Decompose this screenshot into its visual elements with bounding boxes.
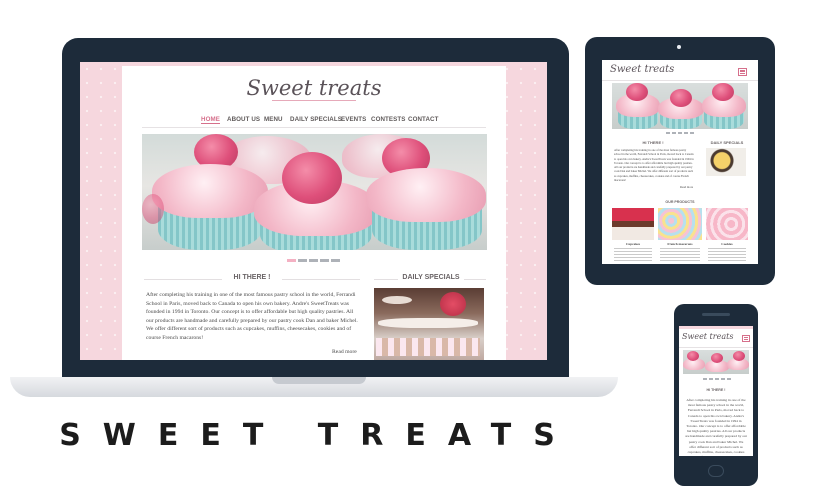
slider-dot-5[interactable]: [331, 259, 340, 262]
headline-title: SWEET TREATS: [59, 418, 577, 453]
nav-menu[interactable]: MENU: [264, 116, 283, 123]
nav-divider: [142, 127, 486, 128]
read-more-link[interactable]: Read more: [332, 349, 357, 355]
nav-contests[interactable]: CONTESTS: [371, 116, 406, 123]
tablet-our-products-title: OUR PRODUCTS: [665, 200, 695, 204]
logo-underline: [272, 100, 356, 101]
product-cookies-label: Cookies: [721, 242, 733, 246]
hero-cupcakes-image: [142, 134, 487, 250]
product-macarons-label: French macarons: [667, 242, 693, 246]
product-cookies-image[interactable]: [706, 208, 748, 240]
hi-title: HI THERE !: [222, 274, 282, 281]
tablet-logo[interactable]: Sweet treats: [610, 64, 674, 75]
tablet-screen: Sweet treats HI THERE ! After completing…: [602, 60, 758, 264]
product-macarons-desc: [660, 248, 700, 262]
slider-dot-2[interactable]: [298, 259, 307, 262]
laptop-page: Sweet treats HOME ABOUT US MENU DAILY SP…: [122, 66, 506, 360]
phone-screen: Sweet treats HI THERE ! After completing…: [679, 326, 753, 456]
tablet-specials-image: [706, 148, 746, 176]
nav-events[interactable]: EVENTS: [341, 116, 366, 123]
product-cookies-desc: [708, 248, 746, 262]
phone-header-divider: [679, 347, 753, 348]
camera-icon: [677, 45, 681, 49]
hamburger-menu-icon[interactable]: [738, 68, 747, 76]
daily-specials-title: DAILY SPECIALS: [398, 274, 464, 281]
product-macarons-image[interactable]: [658, 208, 702, 240]
phone-hamburger-menu-icon[interactable]: [742, 335, 750, 342]
tablet-hi-body: After completing his training in one of …: [614, 148, 694, 183]
product-cupcakes-label: Cupcakes: [625, 242, 641, 246]
tablet-hi-title: HI THERE !: [642, 140, 664, 145]
laptop-notch: [272, 377, 366, 384]
phone-slider-dots[interactable]: [703, 378, 731, 380]
phone-logo[interactable]: Sweet treats: [682, 332, 733, 341]
nav-contact[interactable]: CONTACT: [408, 116, 439, 123]
slider-dot-3[interactable]: [309, 259, 318, 262]
tablet-slider-dots[interactable]: [666, 132, 694, 134]
tablet-hero-image: [612, 83, 748, 129]
phone-top-strip: [679, 326, 753, 329]
phone-hi-body: After completing his training in one of …: [685, 398, 747, 456]
nav-daily-specials[interactable]: DAILY SPECIALS: [290, 116, 342, 123]
product-cupcakes-image[interactable]: [612, 208, 654, 240]
hi-body-text: After completing his training in one of …: [146, 292, 358, 341]
phone-hero-image: [683, 350, 749, 374]
product-cupcakes-desc: [614, 248, 652, 262]
slider-dot-4[interactable]: [320, 259, 329, 262]
slider-dot-1[interactable]: [287, 259, 296, 262]
tablet-header-divider: [602, 80, 758, 81]
tablet-daily-specials-title: DAILY SPECIALS: [710, 140, 744, 145]
nav-about-us[interactable]: ABOUT US: [227, 116, 260, 123]
daily-specials-image: [374, 288, 484, 360]
nav-home[interactable]: HOME: [201, 116, 220, 124]
phone-speaker: [702, 313, 730, 316]
phone-hi-title: HI THERE !: [706, 388, 726, 392]
phone-home-button[interactable]: [708, 465, 724, 477]
site-logo[interactable]: Sweet treats: [122, 76, 506, 100]
tablet-read-more[interactable]: Read more: [680, 185, 693, 189]
